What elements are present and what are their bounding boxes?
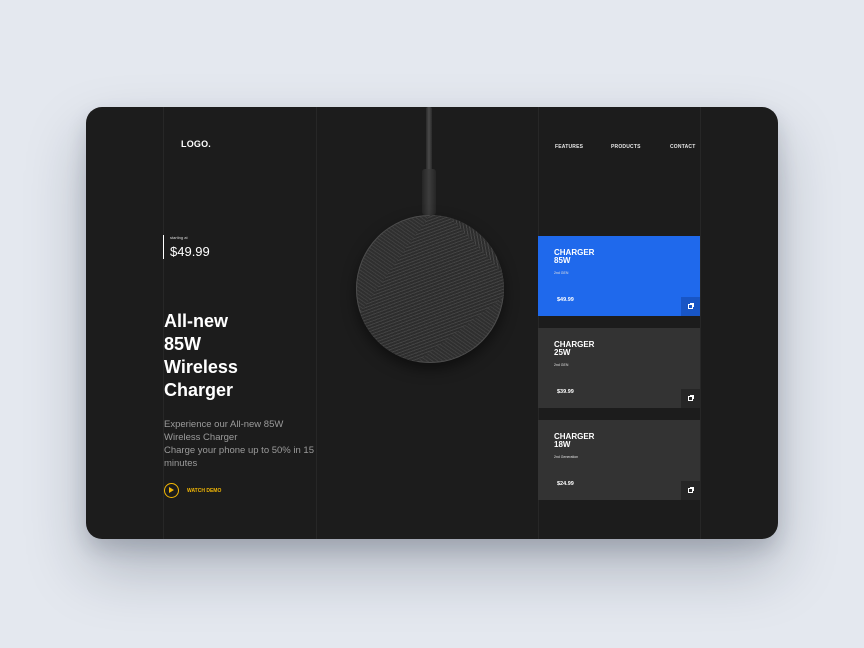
description-line: Wireless Charger xyxy=(164,432,238,443)
external-link-icon xyxy=(688,303,694,309)
nav-features[interactable]: FEATURES xyxy=(555,144,583,150)
card-price: $39.99 xyxy=(557,389,574,395)
headline-line: Wireless xyxy=(164,357,238,377)
nav-products[interactable]: PRODUCTS xyxy=(611,144,641,150)
open-link-button[interactable] xyxy=(681,389,700,408)
card-subtitle: 2nd GEN xyxy=(554,363,569,367)
app-window: LOGO. FEATURES PRODUCTS CONTACT starting… xyxy=(86,107,778,539)
hero-description: Experience our All-new 85W Wireless Char… xyxy=(164,418,324,470)
headline-line: All-new xyxy=(164,311,229,331)
open-link-button[interactable] xyxy=(681,297,700,316)
nav-contact[interactable]: CONTACT xyxy=(670,144,695,150)
grid-line xyxy=(316,107,317,539)
play-circle-icon xyxy=(164,483,179,498)
card-subtitle: 2nd Generation xyxy=(554,455,579,459)
open-link-button[interactable] xyxy=(681,481,700,500)
card-title: CHARGER 25W xyxy=(554,340,595,357)
card-title: CHARGER 85W xyxy=(554,248,595,265)
price-caption: starting at xyxy=(170,235,188,240)
description-line: minutes xyxy=(164,458,198,469)
card-price: $49.99 xyxy=(557,297,574,303)
starting-price: starting at $49.99 xyxy=(163,235,210,259)
price-value: $49.99 xyxy=(170,244,210,259)
product-card-25w[interactable]: CHARGER 25W 2nd GEN $39.99 xyxy=(538,328,700,408)
product-card-85w[interactable]: CHARGER 85W 2nd GEN $49.99 xyxy=(538,236,700,316)
external-link-icon xyxy=(688,487,694,493)
card-subtitle: 2nd GEN xyxy=(554,271,569,275)
logo[interactable]: LOGO. xyxy=(181,139,211,149)
watch-demo-button[interactable]: WATCH DEMO xyxy=(164,483,221,498)
hero-headline: All-new 85W Wireless Charger xyxy=(164,310,314,402)
watch-demo-label: WATCH DEMO xyxy=(187,487,222,494)
headline-line: 85W xyxy=(164,334,202,354)
charger-plug-image xyxy=(422,169,436,215)
description-line: Experience our All-new 85W xyxy=(164,419,284,430)
headline-line: Charger xyxy=(164,380,234,400)
external-link-icon xyxy=(688,395,694,401)
product-card-18w[interactable]: CHARGER 18W 2nd Generation $24.99 xyxy=(538,420,700,500)
grid-line xyxy=(700,107,701,539)
card-price: $24.99 xyxy=(557,481,574,487)
wireless-charger-image xyxy=(356,215,504,363)
card-title: CHARGER 18W xyxy=(554,432,595,449)
description-line: Charge your phone up to 50% in 15 xyxy=(164,445,314,456)
